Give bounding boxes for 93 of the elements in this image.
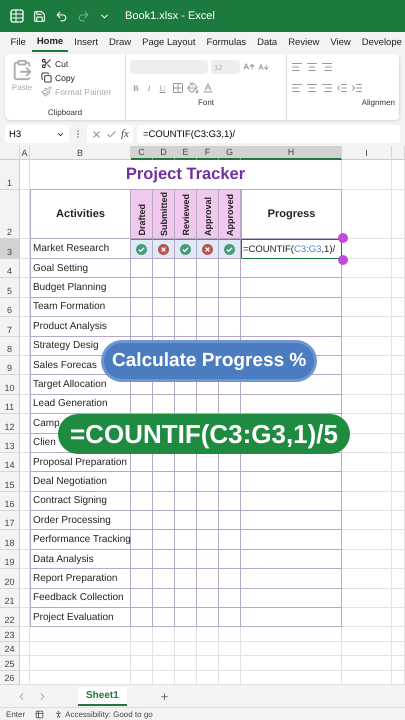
row-number[interactable]: 26: [0, 670, 20, 686]
row-number[interactable]: 15: [0, 472, 20, 492]
accessibility-icon[interactable]: [54, 710, 64, 719]
copy-button[interactable]: Copy: [39, 71, 114, 84]
ribbon-tab[interactable]: File: [6, 34, 30, 50]
paint-bucket-icon[interactable]: [186, 82, 199, 94]
row-number[interactable]: 6: [0, 298, 20, 318]
column-header[interactable]: F: [197, 146, 219, 160]
row-number[interactable]: 8: [0, 336, 20, 356]
column-header[interactable]: D: [153, 146, 175, 160]
ribbon-tab[interactable]: Develope: [357, 34, 405, 50]
row-number[interactable]: 12: [0, 414, 20, 434]
column-header[interactable]: E: [175, 146, 197, 160]
align-center-icon[interactable]: [306, 82, 318, 94]
row-number[interactable]: 3: [0, 239, 20, 259]
copy-icon: [41, 72, 52, 83]
row-number[interactable]: 20: [0, 569, 20, 589]
column-header[interactable]: I: [342, 146, 392, 160]
cut-button[interactable]: Cut: [39, 57, 114, 70]
select-all-corner[interactable]: [0, 146, 20, 160]
stage-header-cell: Approved: [219, 190, 241, 239]
row-number[interactable]: 19: [0, 550, 20, 570]
align-left-icon[interactable]: [291, 82, 303, 94]
active-cell[interactable]: =COUNTIF(C3:G3,1)/: [241, 239, 342, 259]
row-number[interactable]: 17: [0, 511, 20, 530]
scissors-icon: [41, 58, 52, 69]
column-header[interactable]: C: [131, 146, 153, 160]
column-header[interactable]: B: [30, 146, 131, 160]
shrink-font-icon[interactable]: [258, 62, 269, 72]
row-number[interactable]: 16: [0, 492, 20, 512]
caption-banner: Calculate Progress %: [104, 343, 314, 379]
indent-increase-icon[interactable]: [351, 82, 363, 94]
row-number[interactable]: 22: [0, 608, 20, 628]
column-header[interactable]: G: [219, 146, 241, 160]
stage-header-cell: Drafted: [131, 190, 153, 239]
row-number[interactable]: 23: [0, 627, 20, 642]
status-mode: Enter: [6, 710, 26, 719]
row-number[interactable]: 18: [0, 530, 20, 550]
selection-handle[interactable]: [338, 233, 348, 243]
row-number[interactable]: 13: [0, 434, 20, 453]
align-bottom-icon[interactable]: [321, 61, 333, 73]
insert-function-button[interactable]: fx: [121, 128, 129, 140]
row-number[interactable]: 21: [0, 588, 20, 608]
add-sheet-button[interactable]: +: [156, 688, 172, 704]
stage-header-cell: Reviewed: [175, 190, 197, 239]
ribbon-tab[interactable]: Insert: [70, 34, 102, 50]
clipboard-icon: [11, 59, 33, 81]
row-number[interactable]: 1: [0, 160, 20, 190]
column-header[interactable]: A: [20, 146, 30, 160]
ribbon-tab[interactable]: Home: [32, 32, 68, 52]
window-title: Book1.xlsx - Excel: [125, 10, 215, 22]
row-number[interactable]: 4: [0, 259, 20, 278]
sheet-tab[interactable]: Sheet1: [78, 686, 127, 706]
ribbon-tab[interactable]: Data: [252, 34, 282, 50]
check-icon[interactable]: [106, 128, 117, 140]
ribbon-tab[interactable]: Review: [284, 34, 324, 50]
ribbon-tab[interactable]: Formulas: [202, 34, 251, 50]
row-number[interactable]: 7: [0, 317, 20, 337]
formula-banner: =COUNTIF(C3:G3,1)/5: [58, 414, 350, 454]
row-number[interactable]: 11: [0, 394, 20, 414]
undo-icon[interactable]: [55, 10, 68, 22]
column-header[interactable]: H: [241, 146, 342, 160]
borders-icon[interactable]: [172, 82, 184, 94]
spreadsheet-logo-icon: [10, 9, 24, 23]
group-label: Alignmen: [360, 98, 395, 109]
group-label: Font: [196, 98, 215, 109]
paintbrush-icon: [41, 86, 52, 97]
row-number[interactable]: 25: [0, 656, 20, 671]
name-box[interactable]: H3: [5, 125, 69, 143]
row-number[interactable]: 2: [0, 190, 20, 239]
ribbon-tab[interactable]: Draw: [104, 34, 136, 50]
stage-header-cell: Approval: [197, 190, 219, 239]
row-number[interactable]: 9: [0, 356, 20, 376]
row-number[interactable]: 10: [0, 375, 20, 395]
cancel-icon[interactable]: [91, 128, 102, 140]
stage-header-cell: Submitted: [153, 190, 175, 239]
row-number[interactable]: 14: [0, 452, 20, 472]
macro-icon[interactable]: [35, 710, 44, 719]
accessibility-status[interactable]: Accessibility: Good to go: [65, 710, 153, 719]
font-color-icon[interactable]: [202, 82, 214, 94]
indent-decrease-icon[interactable]: [336, 82, 348, 94]
align-top-icon[interactable]: [291, 61, 303, 73]
row-number[interactable]: 24: [0, 642, 20, 656]
redo-icon[interactable]: [77, 10, 90, 22]
row-number[interactable]: 5: [0, 278, 20, 298]
save-icon[interactable]: [33, 10, 46, 22]
align-middle-icon[interactable]: [306, 61, 318, 73]
formula-field[interactable]: =COUNTIF(C3:G3,1)/: [136, 125, 400, 143]
ribbon-tab[interactable]: Page Layout: [138, 34, 200, 50]
align-right-icon[interactable]: [321, 82, 333, 94]
ribbon-tab[interactable]: View: [326, 34, 356, 50]
column-header[interactable]: [392, 146, 405, 160]
group-label: Clipboard: [46, 108, 84, 119]
